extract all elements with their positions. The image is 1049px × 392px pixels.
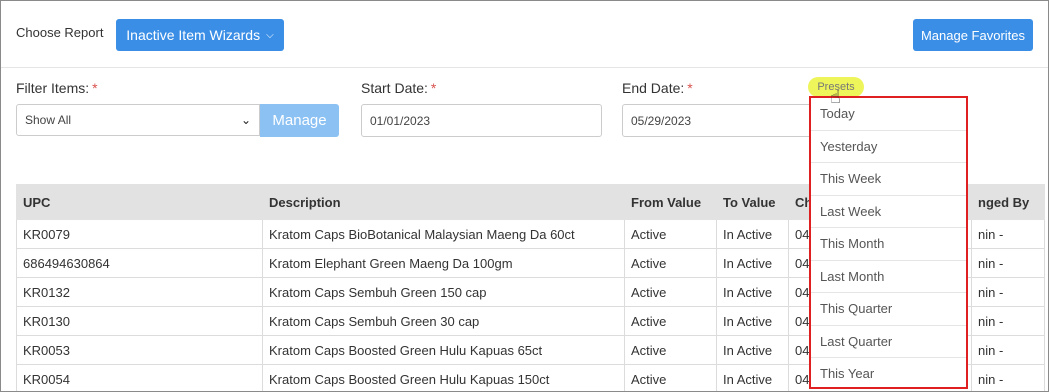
cell-from-value: Active	[624, 364, 717, 391]
end-date-input[interactable]: 05/29/2023	[622, 104, 822, 137]
preset-item-last-month[interactable]: Last Month	[811, 261, 966, 293]
column-header-to-value[interactable]: To Value	[716, 184, 789, 220]
cell-to-value: In Active	[716, 306, 789, 336]
filter-items-value: Show All	[25, 113, 72, 127]
cell-from-value: Active	[624, 219, 717, 249]
preset-item-this-year[interactable]: This Year	[811, 358, 966, 387]
preset-item-last-week[interactable]: Last Week	[811, 196, 966, 228]
preset-item-this-month[interactable]: This Month	[811, 228, 966, 261]
cell-description: Kratom Caps Boosted Green Hulu Kapuas 15…	[262, 364, 625, 391]
start-date-input[interactable]: 01/01/2023	[361, 104, 602, 137]
cell-changed-by: nin -	[971, 248, 1045, 278]
cell-to-value: In Active	[716, 219, 789, 249]
manage-favorites-button[interactable]: Manage Favorites	[913, 19, 1033, 51]
hand-cursor-icon: ☝	[830, 87, 841, 107]
cell-from-value: Active	[624, 306, 717, 336]
column-header-from-value[interactable]: From Value	[624, 184, 717, 220]
cell-to-value: In Active	[716, 277, 789, 307]
cell-upc: KR0054	[16, 364, 263, 391]
column-header-changed-by[interactable]: nged By	[971, 184, 1045, 220]
cell-upc: KR0130	[16, 306, 263, 336]
cell-from-value: Active	[624, 248, 717, 278]
preset-item-this-week[interactable]: This Week	[811, 163, 966, 196]
header-divider	[1, 67, 1048, 68]
chevron-down-icon: ⌵	[266, 29, 274, 41]
preset-item-yesterday[interactable]: Yesterday	[811, 131, 966, 163]
preset-item-last-quarter[interactable]: Last Quarter	[811, 326, 966, 358]
presets-dropdown: Today Yesterday This Week Last Week This…	[809, 96, 968, 389]
cell-changed-by: nin -	[971, 277, 1045, 307]
cell-from-value: Active	[624, 335, 717, 365]
preset-item-this-quarter[interactable]: This Quarter	[811, 293, 966, 326]
report-button-label: Inactive Item Wizards	[126, 27, 261, 43]
cell-description: Kratom Elephant Green Maeng Da 100gm	[262, 248, 625, 278]
end-date-label: End Date: *	[622, 80, 693, 96]
cell-upc: KR0053	[16, 335, 263, 365]
cell-from-value: Active	[624, 277, 717, 307]
column-header-upc[interactable]: UPC	[16, 184, 263, 220]
cell-description: Kratom Caps BioBotanical Malaysian Maeng…	[262, 219, 625, 249]
cell-to-value: In Active	[716, 364, 789, 391]
cell-changed-by: nin -	[971, 306, 1045, 336]
cell-description: Kratom Caps Boosted Green Hulu Kapuas 65…	[262, 335, 625, 365]
cell-upc: 686494630864	[16, 248, 263, 278]
report-page: Choose Report Inactive Item Wizards ⌵ Ma…	[0, 0, 1049, 392]
cell-changed-by: nin -	[971, 219, 1045, 249]
column-header-description[interactable]: Description	[262, 184, 625, 220]
cell-changed-by: nin -	[971, 364, 1045, 391]
cell-changed-by: nin -	[971, 335, 1045, 365]
start-date-label: Start Date: *	[361, 80, 437, 96]
chevron-down-icon: ⌄	[240, 113, 251, 127]
filter-items-label: Filter Items: *	[16, 80, 98, 96]
cell-to-value: In Active	[716, 335, 789, 365]
choose-report-label: Choose Report	[16, 25, 104, 40]
cell-to-value: In Active	[716, 248, 789, 278]
cell-description: Kratom Caps Sembuh Green 150 cap	[262, 277, 625, 307]
manage-button[interactable]: Manage	[260, 104, 339, 137]
report-select-button[interactable]: Inactive Item Wizards ⌵	[116, 19, 284, 51]
cell-upc: KR0079	[16, 219, 263, 249]
cell-upc: KR0132	[16, 277, 263, 307]
filter-items-select[interactable]: Show All ⌄	[16, 104, 260, 136]
cell-description: Kratom Caps Sembuh Green 30 cap	[262, 306, 625, 336]
